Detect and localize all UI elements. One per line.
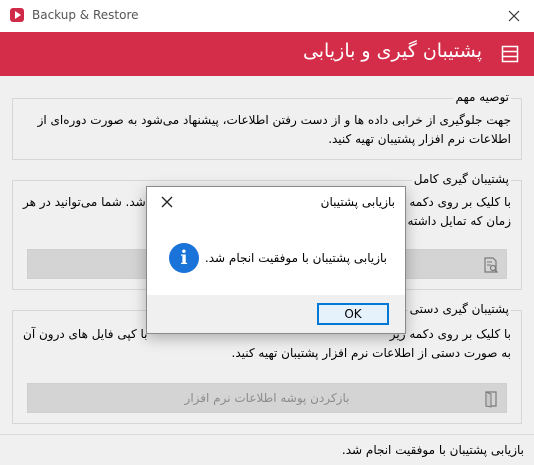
app-play-icon	[10, 8, 24, 22]
dialog-footer: OK	[147, 295, 405, 333]
dialog-close-button[interactable]	[147, 187, 187, 217]
close-icon	[161, 196, 173, 208]
full-backup-title: پشتیبان گیری کامل	[411, 172, 511, 186]
dialog-title: بازیابی پشتیبان	[320, 195, 395, 209]
info-icon: i	[169, 243, 199, 273]
ok-button[interactable]: OK	[317, 303, 389, 325]
app-header: پشتیبان گیری و بازیابی	[0, 32, 534, 76]
manual-backup-desc-line2: به صورت دستی از اطلاعات نرم افزار پشتیبا…	[231, 346, 511, 360]
status-bar: بازیابی پشتیبان با موفقیت انجام شد.	[0, 434, 534, 465]
close-icon	[508, 10, 520, 22]
manual-backup-desc-end: با کپی فایل های درون آن	[23, 327, 148, 341]
open-data-folder-button[interactable]: بازکردن پوشه اطلاعات نرم افزار	[27, 383, 507, 413]
folder-icon	[485, 391, 497, 408]
manual-backup-desc-start: با کلیک بر روی دکمه زیر	[389, 327, 511, 341]
restore-dialog: بازیابی پشتیبان i بازیابی پشتیبان با موف…	[146, 186, 406, 334]
list-icon[interactable]	[500, 44, 520, 64]
open-data-folder-label: بازکردن پوشه اطلاعات نرم افزار	[184, 391, 350, 405]
document-search-icon	[484, 257, 498, 273]
dialog-message: بازیابی پشتیبان با موفقیت انجام شد.	[204, 251, 387, 265]
status-text: بازیابی پشتیبان با موفقیت انجام شد.	[341, 443, 524, 457]
notice-group: توصیه مهم جهت جلوگیری از خرابی داده ها و…	[12, 90, 522, 160]
window-title: Backup & Restore	[32, 8, 139, 22]
notice-title: توصیه مهم	[453, 90, 511, 104]
full-backup-desc-end: ، شد. شما می‌توانید در هر	[23, 195, 154, 209]
notice-text: جهت جلوگیری از خرابی داده ها و از دست رف…	[37, 113, 511, 146]
manual-backup-title: پشتیبان گیری دستی	[407, 302, 511, 316]
full-backup-desc-start: با کلیک بر روی دکمه «	[398, 195, 511, 209]
page-title: پشتیبان گیری و بازیابی	[302, 40, 482, 62]
window-titlebar: Backup & Restore	[0, 0, 534, 32]
window-close-button[interactable]	[494, 0, 534, 32]
